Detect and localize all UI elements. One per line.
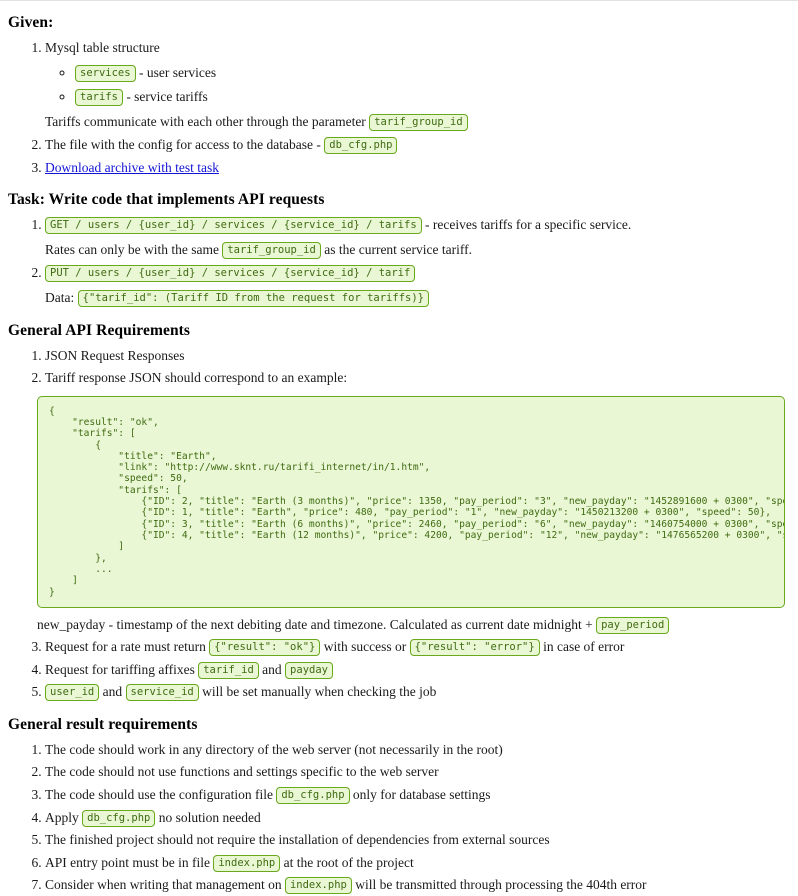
given-tarif-group-note: Tariffs communicate with each other thro… — [45, 111, 790, 133]
given-subitem-tarifs: tarifs - service tariffs — [75, 86, 790, 108]
given-tarif-group-note-text: Tariffs communicate with each other thro… — [45, 113, 370, 129]
api-req-item-3-before: Request for a rate must return — [45, 639, 210, 655]
result-req-item-7: Consider when writing that management on… — [45, 875, 790, 896]
code-chip-tarif-id: tarif_id — [198, 661, 259, 679]
api-requirements-list: JSON Request Responses Tariff response J… — [8, 346, 790, 389]
api-req-item-3: Request for a rate must return {"result"… — [45, 637, 790, 658]
api-req-item-4-middle: and — [258, 661, 286, 677]
code-chip-tarif-group-id-task: tarif_group_id — [222, 241, 321, 259]
result-req-item-3-before: The code should use the configuration fi… — [45, 786, 277, 802]
given-subitem-tarifs-text: - service tariffs — [122, 89, 208, 105]
result-req-item-6-before: API entry point must be in file — [45, 854, 214, 870]
task-item-1-note-after: as the current service tariff. — [320, 241, 473, 257]
code-chip-put-endpoint: PUT / users / {user_id} / services / {se… — [45, 265, 416, 283]
document-body: Given: Mysql table structure services - … — [0, 14, 798, 896]
result-req-item-1: The code should work in any directory of… — [45, 740, 790, 761]
code-chip-services: services — [75, 64, 136, 82]
new-payday-note: new_payday - timestamp of the next debit… — [37, 615, 790, 636]
code-chip-db-cfg-php: db_cfg.php — [324, 137, 398, 155]
given-item-2-text: The file with the config for access to t… — [45, 137, 325, 153]
api-req-item-3-after: in case of error — [539, 639, 625, 655]
result-req-item-4: Apply db_cfg.php no solution needed — [45, 808, 790, 829]
given-item-3: Download archive with test task — [45, 158, 790, 179]
api-req-item-2-text: Tariff response JSON should correspond t… — [45, 370, 348, 386]
result-req-item-7-after: will be transmitted through processing t… — [351, 877, 647, 893]
code-chip-get-endpoint: GET / users / {user_id} / services / {se… — [45, 217, 422, 235]
new-payday-note-before: new_payday - timestamp of the next debit… — [37, 616, 597, 632]
given-subitem-services-text: - user services — [135, 64, 217, 80]
result-req-item-5: The finished project should not require … — [45, 830, 790, 851]
task-item-2: PUT / users / {user_id} / services / {se… — [45, 263, 790, 308]
code-chip-tarifs: tarifs — [75, 89, 123, 107]
given-sublist: services - user services tarifs - servic… — [45, 62, 790, 108]
given-item-1: Mysql table structure services - user se… — [45, 38, 790, 132]
task-item-1-text: - receives tariffs for a specific servic… — [421, 217, 632, 233]
section-heading-given: Given: — [8, 14, 54, 31]
code-chip-db-cfg-php-4: db_cfg.php — [82, 809, 156, 827]
given-item-1-label: Mysql table structure — [45, 40, 160, 55]
given-subitem-services: services - user services — [75, 62, 790, 84]
given-item-2: The file with the config for access to t… — [45, 135, 790, 156]
task-item-1: GET / users / {user_id} / services / {se… — [45, 215, 790, 260]
api-req-item-1: JSON Request Responses — [45, 346, 790, 367]
api-req-item-2: Tariff response JSON should correspond t… — [45, 368, 790, 389]
api-req-item-5: user_id and service_id will be set manua… — [45, 682, 790, 703]
api-requirements-continued: new_payday - timestamp of the next debit… — [8, 615, 790, 703]
section-heading-result-requirements: General result requirements — [8, 715, 198, 733]
result-req-item-2: The code should not use functions and se… — [45, 762, 790, 783]
result-req-item-4-after: no solution needed — [155, 809, 261, 825]
code-chip-user-id: user_id — [45, 684, 100, 702]
result-req-item-3-after: only for database settings — [349, 786, 491, 802]
api-requirements-list-continued: new_payday - timestamp of the next debit… — [8, 615, 790, 636]
code-chip-payday: payday — [285, 661, 333, 679]
result-req-item-4-before: Apply — [45, 809, 83, 825]
code-chip-index-php-6: index.php — [213, 854, 281, 872]
task-item-2-data-label: Data: — [45, 289, 78, 305]
section-heading-task: Task: Write code that implements API req… — [8, 191, 325, 209]
code-chip-db-cfg-php-3: db_cfg.php — [276, 786, 350, 804]
code-chip-tarif-group-id: tarif_group_id — [369, 113, 468, 131]
result-req-item-3: The code should use the configuration fi… — [45, 785, 790, 806]
code-chip-service-id: service_id — [125, 684, 199, 702]
result-req-item-7-before: Consider when writing that management on — [45, 877, 285, 893]
code-chip-put-payload: {"tarif_id": (Tariff ID from the request… — [77, 289, 429, 307]
result-req-item-6: API entry point must be in file index.ph… — [45, 853, 790, 874]
api-req-item-5-middle: and — [99, 684, 126, 700]
api-req-item-3-middle: with success or — [320, 639, 410, 655]
api-req-item-4-before: Request for tariffing affixes — [45, 661, 199, 677]
code-chip-pay-period: pay_period — [596, 616, 670, 634]
code-chip-index-php-7: index.php — [284, 877, 352, 895]
task-item-1-note-before: Rates can only be with the same — [45, 241, 223, 257]
api-requirements-list-rest: Request for a rate must return {"result"… — [8, 637, 790, 703]
result-req-item-6-after: at the root of the project — [280, 854, 414, 870]
api-req-item-4: Request for tariffing affixes tarif_id a… — [45, 660, 790, 681]
task-list: GET / users / {user_id} / services / {se… — [8, 215, 790, 308]
json-response-example: { "result": "ok", "tarifs": [ { "title":… — [37, 395, 785, 608]
task-item-1-note: Rates can only be with the same tarif_gr… — [45, 239, 790, 261]
code-chip-result-ok: {"result": "ok"} — [209, 639, 321, 657]
page-top-divider — [0, 0, 798, 1]
result-requirements-list: The code should work in any directory of… — [8, 740, 790, 896]
given-list: Mysql table structure services - user se… — [8, 38, 790, 178]
code-chip-result-error: {"result": "error"} — [409, 639, 540, 657]
download-archive-link[interactable]: Download archive with test task — [45, 160, 219, 175]
api-req-item-5-after: will be set manually when checking the j… — [198, 684, 437, 700]
section-heading-api-requirements: General API Requirements — [8, 321, 191, 339]
task-item-2-data-line: Data: {"tarif_id": (Tariff ID from the r… — [45, 287, 790, 309]
